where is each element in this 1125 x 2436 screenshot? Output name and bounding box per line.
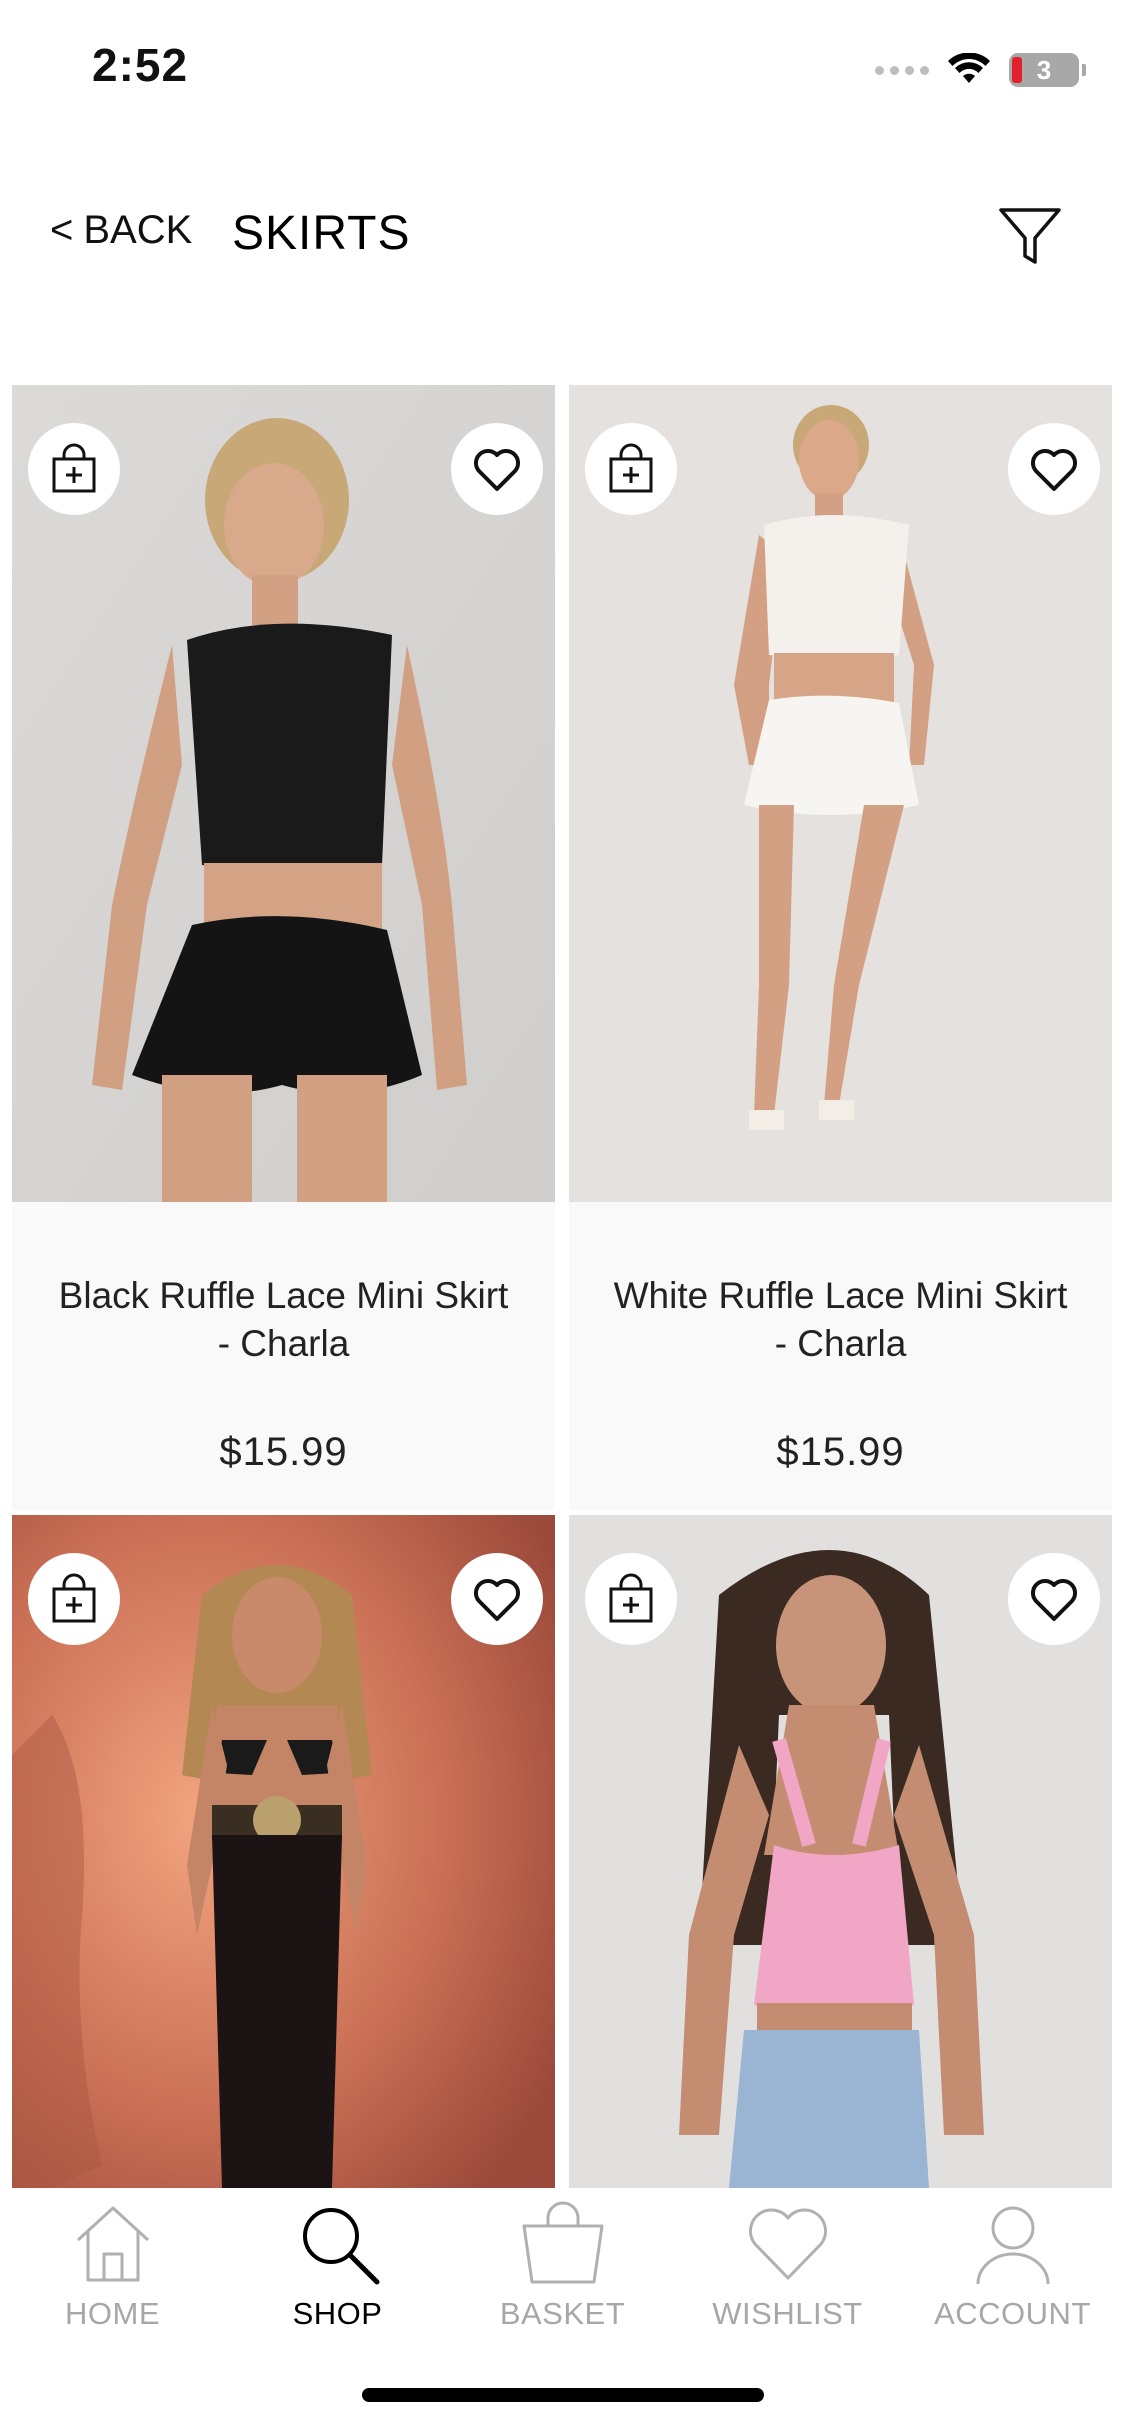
battery-icon: 3	[1009, 53, 1086, 87]
add-to-bag-button[interactable]	[585, 1553, 677, 1645]
page-title: SKIRTS	[232, 207, 411, 260]
tab-basket[interactable]: BASKET	[450, 2198, 675, 2338]
back-chevron-icon: <	[50, 208, 74, 252]
add-to-bag-button[interactable]	[28, 1553, 120, 1645]
product-info[interactable]: Black Ruffle Lace Mini Skirt - Charla $1…	[12, 1202, 555, 1510]
filter-button[interactable]	[995, 200, 1065, 270]
wishlist-button[interactable]	[1008, 1553, 1100, 1645]
add-to-bag-button[interactable]	[585, 423, 677, 515]
product-price: $15.99	[776, 1430, 905, 1474]
tab-shop-label: SHOP	[292, 2296, 383, 2331]
wishlist-button[interactable]	[1008, 423, 1100, 515]
heart-icon	[473, 1578, 521, 1621]
add-to-bag-button[interactable]	[28, 423, 120, 515]
add-to-bag-icon	[609, 1573, 653, 1623]
home-icon	[76, 2206, 149, 2282]
tab-wishlist[interactable]: WISHLIST	[675, 2198, 900, 2338]
search-icon	[302, 2208, 379, 2285]
battery-level: 3	[1036, 54, 1052, 85]
home-indicator	[362, 2388, 764, 2402]
heart-icon	[1030, 1578, 1078, 1621]
header: < BACK SKIRTS	[0, 180, 1125, 290]
status-time: 2:52	[92, 39, 189, 91]
tab-home[interactable]: HOME	[0, 2198, 225, 2338]
heart-icon	[748, 2208, 827, 2280]
status-bar: 2:52 3	[0, 0, 1125, 140]
product-card[interactable]: White Ruffle Lace Mini Skirt - Charla $1…	[569, 385, 1112, 1510]
tab-shop[interactable]: SHOP	[225, 2198, 450, 2338]
wishlist-button[interactable]	[451, 1553, 543, 1645]
product-price: $15.99	[219, 1430, 348, 1474]
cellular-signal-icon	[875, 65, 929, 75]
screen: 2:52 3 < BACK SKIRTS Black Ruffle Lace M…	[0, 0, 1125, 2436]
product-name[interactable]: Black Ruffle Lace Mini Skirt - Charla	[52, 1272, 515, 1368]
product-info[interactable]: White Ruffle Lace Mini Skirt - Charla $1…	[569, 1202, 1112, 1510]
funnel-icon	[999, 208, 1061, 264]
user-icon	[976, 2206, 1049, 2285]
status-indicators: 3	[875, 50, 1086, 90]
add-to-bag-icon	[52, 1573, 96, 1623]
product-card[interactable]	[569, 1515, 1112, 2190]
tab-basket-label: BASKET	[499, 2296, 626, 2331]
heart-icon	[473, 448, 521, 491]
tab-account-label: ACCOUNT	[934, 2296, 1091, 2331]
add-to-bag-icon	[609, 443, 653, 493]
add-to-bag-icon	[52, 443, 96, 493]
basket-icon	[522, 2201, 603, 2284]
heart-icon	[1030, 448, 1078, 491]
wifi-icon	[948, 53, 990, 83]
product-card[interactable]: Black Ruffle Lace Mini Skirt - Charla $1…	[12, 385, 555, 1510]
back-label: BACK	[83, 208, 193, 252]
tab-account[interactable]: ACCOUNT	[900, 2198, 1125, 2338]
product-name[interactable]: White Ruffle Lace Mini Skirt - Charla	[609, 1272, 1072, 1368]
wishlist-button[interactable]	[451, 423, 543, 515]
tab-wishlist-label: WISHLIST	[712, 2296, 863, 2331]
tab-home-label: HOME	[65, 2296, 160, 2331]
product-card[interactable]	[12, 1515, 555, 2190]
back-button[interactable]: < BACK	[50, 208, 192, 253]
